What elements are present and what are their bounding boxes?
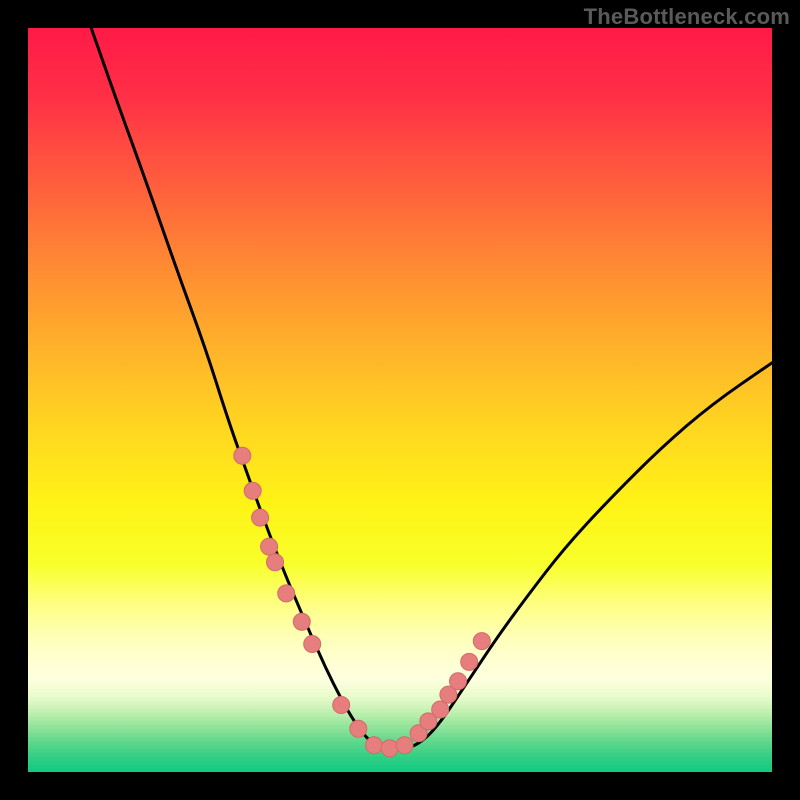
data-point-marker bbox=[267, 554, 284, 571]
plot-area bbox=[28, 28, 772, 772]
data-point-marker bbox=[293, 613, 310, 630]
data-point-marker bbox=[304, 636, 321, 653]
data-point-marker bbox=[278, 585, 295, 602]
data-point-marker bbox=[333, 697, 350, 714]
chart-frame: TheBottleneck.com bbox=[0, 0, 800, 800]
data-point-marker bbox=[366, 737, 383, 754]
data-point-marker bbox=[350, 720, 367, 737]
data-point-marker bbox=[450, 673, 467, 690]
data-point-marker bbox=[261, 538, 278, 555]
bottleneck-curve-path bbox=[91, 28, 772, 750]
data-point-marker bbox=[432, 701, 449, 718]
data-point-marker bbox=[396, 737, 413, 754]
data-point-marker bbox=[461, 653, 478, 670]
data-point-marker bbox=[381, 740, 398, 757]
marker-group bbox=[234, 447, 491, 756]
data-point-marker bbox=[473, 633, 490, 650]
watermark-text: TheBottleneck.com bbox=[584, 4, 790, 30]
data-point-marker bbox=[244, 482, 261, 499]
data-point-marker bbox=[234, 447, 251, 464]
data-point-marker bbox=[252, 509, 269, 526]
bottleneck-curve bbox=[91, 28, 772, 750]
curve-layer bbox=[28, 28, 772, 772]
